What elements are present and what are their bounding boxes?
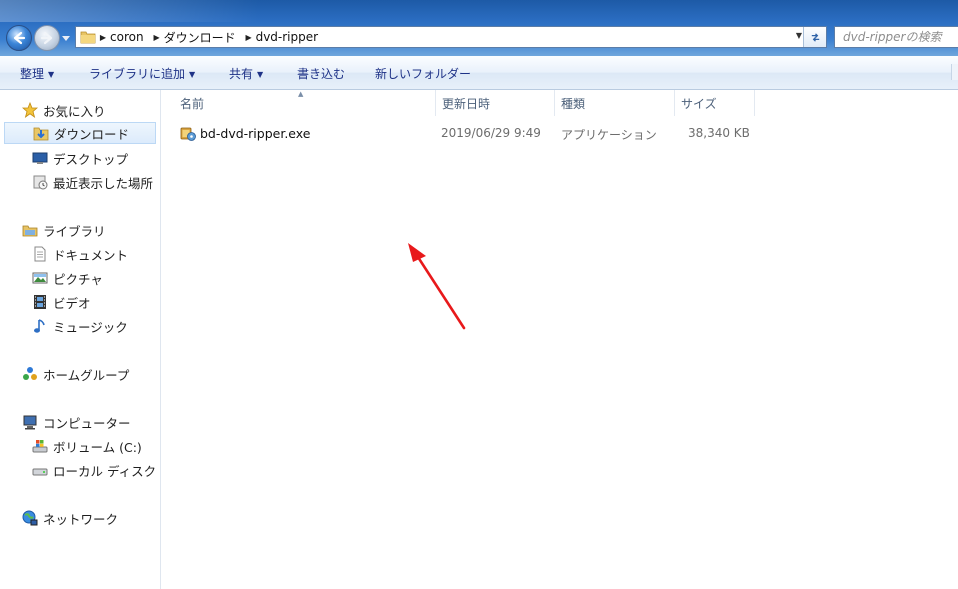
libraries-icon: [22, 225, 38, 237]
column-header-name[interactable]: 名前: [174, 90, 436, 116]
column-header-modified-label: 更新日時: [442, 96, 491, 111]
back-button[interactable]: [6, 25, 32, 51]
dropdown-arrow-icon: ▼: [48, 70, 55, 79]
file-modified: 2019/06/29 9:49: [441, 126, 541, 140]
title-glow: [0, 0, 260, 22]
column-header-modified[interactable]: 更新日時: [436, 90, 555, 116]
nav-libraries[interactable]: ライブラリ: [22, 219, 106, 241]
column-header-name-label: 名前: [180, 96, 205, 111]
nav-local-disk[interactable]: ローカル ディスク (: [32, 459, 161, 481]
column-header-size-label: サイズ: [681, 96, 717, 111]
folder-icon: [80, 31, 96, 44]
pictures-icon: [32, 272, 48, 284]
application-exe-icon: [180, 127, 196, 141]
column-header-type[interactable]: 種類: [555, 90, 675, 116]
music-note-icon: [34, 319, 45, 333]
nav-libraries-label: ライブラリ: [43, 223, 106, 239]
share-menu[interactable]: 共有 ▼: [229, 65, 263, 82]
downloads-folder-icon: [33, 127, 49, 141]
refresh-icon: [811, 32, 819, 42]
column-header-size[interactable]: サイズ: [675, 90, 755, 116]
nav-music-label: ミュージック: [53, 319, 128, 335]
breadcrumb-chevron-icon[interactable]: ▶: [150, 33, 164, 42]
document-icon: [34, 246, 46, 262]
nav-videos[interactable]: ビデオ: [32, 291, 91, 313]
network-globe-icon: [22, 510, 38, 526]
file-name[interactable]: bd-dvd-ripper.exe: [200, 126, 310, 141]
dropdown-arrow-icon: ▼: [189, 70, 196, 79]
nav-downloads[interactable]: ダウンロード: [4, 122, 156, 144]
nav-favorites[interactable]: お気に入り: [22, 99, 106, 121]
command-toolbar: 整理 ▼ ライブラリに追加 ▼ 共有 ▼ 書き込む 新しいフォルダー: [0, 56, 958, 90]
nav-music[interactable]: ミュージック: [32, 315, 128, 337]
desktop-icon: [32, 152, 48, 164]
system-drive-icon: [32, 440, 48, 453]
column-header-type-label: 種類: [561, 96, 586, 111]
nav-documents-label: ドキュメント: [53, 247, 129, 263]
address-bar[interactable]: ▶ coron ▶ ダウンロード ▶ dvd-ripper ▼: [75, 26, 827, 48]
view-options-edge[interactable]: [951, 64, 958, 80]
include-library-menu[interactable]: ライブラリに追加 ▼: [89, 65, 195, 82]
search-box[interactable]: [834, 26, 958, 48]
include-library-label: ライブラリに追加: [89, 67, 186, 81]
breadcrumb-downloads[interactable]: ダウンロード: [164, 29, 242, 46]
breadcrumb-chevron-icon[interactable]: ▶: [96, 33, 110, 42]
nav-downloads-label: ダウンロード: [54, 126, 130, 142]
homegroup-icon: [23, 367, 37, 380]
recent-places-icon: [33, 175, 48, 190]
file-row[interactable]: bd-dvd-ripper.exe 2019/06/29 9:49 アプリケーシ…: [174, 122, 764, 144]
recent-pages-chevron-icon[interactable]: [62, 33, 70, 43]
forward-button[interactable]: [34, 25, 60, 51]
file-type: アプリケーション: [561, 128, 657, 142]
breadcrumb-coron[interactable]: coron: [110, 30, 150, 44]
back-arrow-icon: [13, 31, 26, 45]
nav-local-disk-label: ローカル ディスク (: [53, 463, 161, 479]
nav-homegroup[interactable]: ホームグループ: [22, 363, 129, 385]
new-folder-label: 新しいフォルダー: [375, 67, 472, 81]
file-list: 名前 ▲ 更新日時 種類 サイズ bd-dvd-ripper.exe 2019/…: [162, 90, 958, 589]
computer-icon: [23, 415, 37, 430]
nav-desktop[interactable]: デスクトップ: [32, 147, 128, 169]
nav-network[interactable]: ネットワーク: [22, 507, 118, 529]
nav-recent-places[interactable]: 最近表示した場所: [32, 171, 153, 193]
share-label: 共有: [229, 67, 254, 81]
nav-pictures-label: ピクチャ: [53, 271, 103, 287]
nav-videos-label: ビデオ: [53, 295, 91, 311]
organize-label: 整理: [20, 67, 45, 81]
sort-ascending-icon: ▲: [298, 90, 304, 98]
annotation-arrow-icon: [408, 243, 466, 330]
nav-recent-places-label: 最近表示した場所: [53, 175, 154, 191]
breadcrumb-dvd-ripper[interactable]: dvd-ripper: [256, 30, 324, 44]
burn-button[interactable]: 書き込む: [297, 65, 345, 82]
refresh-button[interactable]: [803, 27, 826, 47]
nav-favorites-label: お気に入り: [43, 103, 106, 119]
search-input[interactable]: [835, 27, 958, 46]
nav-network-label: ネットワーク: [43, 511, 119, 527]
nav-documents[interactable]: ドキュメント: [32, 243, 128, 265]
nav-pictures[interactable]: ピクチャ: [32, 267, 103, 289]
nav-volume-c[interactable]: ボリューム (C:): [32, 435, 142, 457]
breadcrumb-chevron-icon[interactable]: ▶: [242, 33, 256, 42]
nav-volume-c-label: ボリューム (C:): [53, 439, 142, 455]
file-size: 38,340 KB: [688, 126, 750, 140]
drive-icon: [32, 468, 48, 476]
navigation-bar: ▶ coron ▶ ダウンロード ▶ dvd-ripper ▼: [0, 0, 958, 56]
address-dropdown-icon[interactable]: ▼: [796, 31, 802, 40]
nav-desktop-label: デスクトップ: [53, 151, 129, 167]
organize-menu[interactable]: 整理 ▼: [20, 65, 54, 82]
nav-computer[interactable]: コンピューター: [22, 411, 131, 433]
navigation-pane: お気に入り ダウンロード デスクトップ 最近表示した場所 ライブラリ ドキュメン…: [0, 90, 161, 589]
video-film-icon: [34, 295, 46, 309]
nav-computer-label: コンピューター: [43, 415, 131, 431]
nav-homegroup-label: ホームグループ: [43, 367, 130, 383]
forward-arrow-icon: [40, 31, 53, 45]
star-icon: [22, 102, 38, 118]
dropdown-arrow-icon: ▼: [257, 70, 264, 79]
new-folder-button[interactable]: 新しいフォルダー: [375, 65, 471, 82]
burn-label: 書き込む: [297, 67, 346, 81]
